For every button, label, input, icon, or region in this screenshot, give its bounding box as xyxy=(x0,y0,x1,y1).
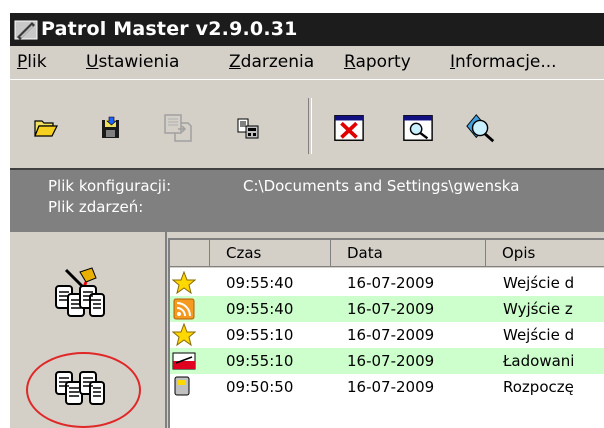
events-file-label: Plik zdarzeń: xyxy=(48,198,144,216)
cell-time: 09:55:40 xyxy=(226,274,294,292)
cell-date: 16-07-2009 xyxy=(347,274,435,292)
view-search-icon xyxy=(403,115,433,141)
window-title: Patrol Master v2.9.0.31 xyxy=(41,18,298,40)
copy-button[interactable] xyxy=(162,112,194,144)
find-zoom-icon xyxy=(466,114,495,143)
cell-description: Rozpoczę xyxy=(503,378,574,396)
cell-time: 09:55:40 xyxy=(226,300,294,318)
flag-poland-icon xyxy=(172,352,196,370)
column-header-icon[interactable] xyxy=(170,240,210,267)
delete-events-button[interactable] xyxy=(333,112,365,144)
cell-date: 16-07-2009 xyxy=(347,378,435,396)
cell-date: 16-07-2009 xyxy=(347,326,435,344)
star-icon xyxy=(172,271,196,295)
title-bar[interactable]: Patrol Master v2.9.0.31 xyxy=(10,13,604,46)
config-file-label: Plik konfiguracji: xyxy=(48,177,172,195)
cell-date: 16-07-2009 xyxy=(347,300,435,318)
column-header-czas[interactable]: Czas xyxy=(210,240,331,267)
open-folder-button[interactable] xyxy=(30,112,62,144)
open-folder-icon xyxy=(34,120,58,137)
table-row[interactable]: 09:55:40 16-07-2009 Wejście d xyxy=(170,270,604,296)
menu-informacje[interactable]: Informacje... xyxy=(450,52,557,72)
table-row[interactable]: 09:55:40 16-07-2009 Wyjście z xyxy=(170,296,604,322)
table-row[interactable]: 09:55:10 16-07-2009 Wejście d xyxy=(170,322,604,348)
table-row[interactable]: 09:50:50 16-07-2009 Rozpoczę xyxy=(170,374,604,400)
cell-description: Ładowani xyxy=(503,352,575,370)
table-row[interactable]: 09:55:10 16-07-2009 Ładowani xyxy=(170,348,604,374)
menu-raporty[interactable]: Raporty xyxy=(344,52,411,72)
menu-zdarzenia[interactable]: Zdarzenia xyxy=(229,52,314,72)
app-icon xyxy=(14,20,38,40)
reader-configure-button[interactable] xyxy=(52,264,108,325)
cell-date: 16-07-2009 xyxy=(347,352,435,370)
cell-description: Wejście d xyxy=(503,274,575,292)
cell-time: 09:55:10 xyxy=(226,326,294,344)
device-icon xyxy=(174,376,190,396)
cell-time: 09:55:10 xyxy=(226,352,294,370)
cell-description: Wyjście z xyxy=(503,300,573,318)
device-read-icon xyxy=(237,118,259,139)
menu-plik[interactable]: Plik xyxy=(17,52,47,72)
annotation-circle xyxy=(26,352,141,428)
view-search-button[interactable] xyxy=(402,112,434,144)
column-header-opis[interactable]: Opis xyxy=(486,240,604,267)
cell-description: Wejście d xyxy=(503,326,575,344)
menu-bar: Plik Ustawienia Zdarzenia Raporty Inform… xyxy=(10,46,604,79)
copy-document-icon xyxy=(164,114,192,142)
menu-ustawienia[interactable]: Ustawienia xyxy=(86,52,179,72)
save-disk-icon xyxy=(102,116,119,138)
rss-orange-icon xyxy=(173,298,195,320)
table-header: Czas Data Opis xyxy=(170,240,604,268)
delete-events-icon xyxy=(334,115,364,141)
cell-time: 09:50:50 xyxy=(226,378,294,396)
device-read-button[interactable] xyxy=(232,112,264,144)
events-table: Czas Data Opis 09:55:40 16-07-2009 Wejśc… xyxy=(168,238,604,428)
save-button[interactable] xyxy=(95,112,127,144)
toolbar xyxy=(10,79,604,168)
toolbar-separator xyxy=(308,98,312,154)
app-window: Patrol Master v2.9.0.31 Plik Ustawienia … xyxy=(10,13,604,428)
file-info-bar: Plik konfiguracji: C:\Documents and Sett… xyxy=(10,168,604,232)
config-file-path: C:\Documents and Settings\gwenska xyxy=(243,177,520,195)
column-header-data[interactable]: Data xyxy=(331,240,486,267)
reader-configure-icon xyxy=(55,267,105,317)
find-zoom-button[interactable] xyxy=(465,112,497,144)
star-icon xyxy=(172,323,196,347)
